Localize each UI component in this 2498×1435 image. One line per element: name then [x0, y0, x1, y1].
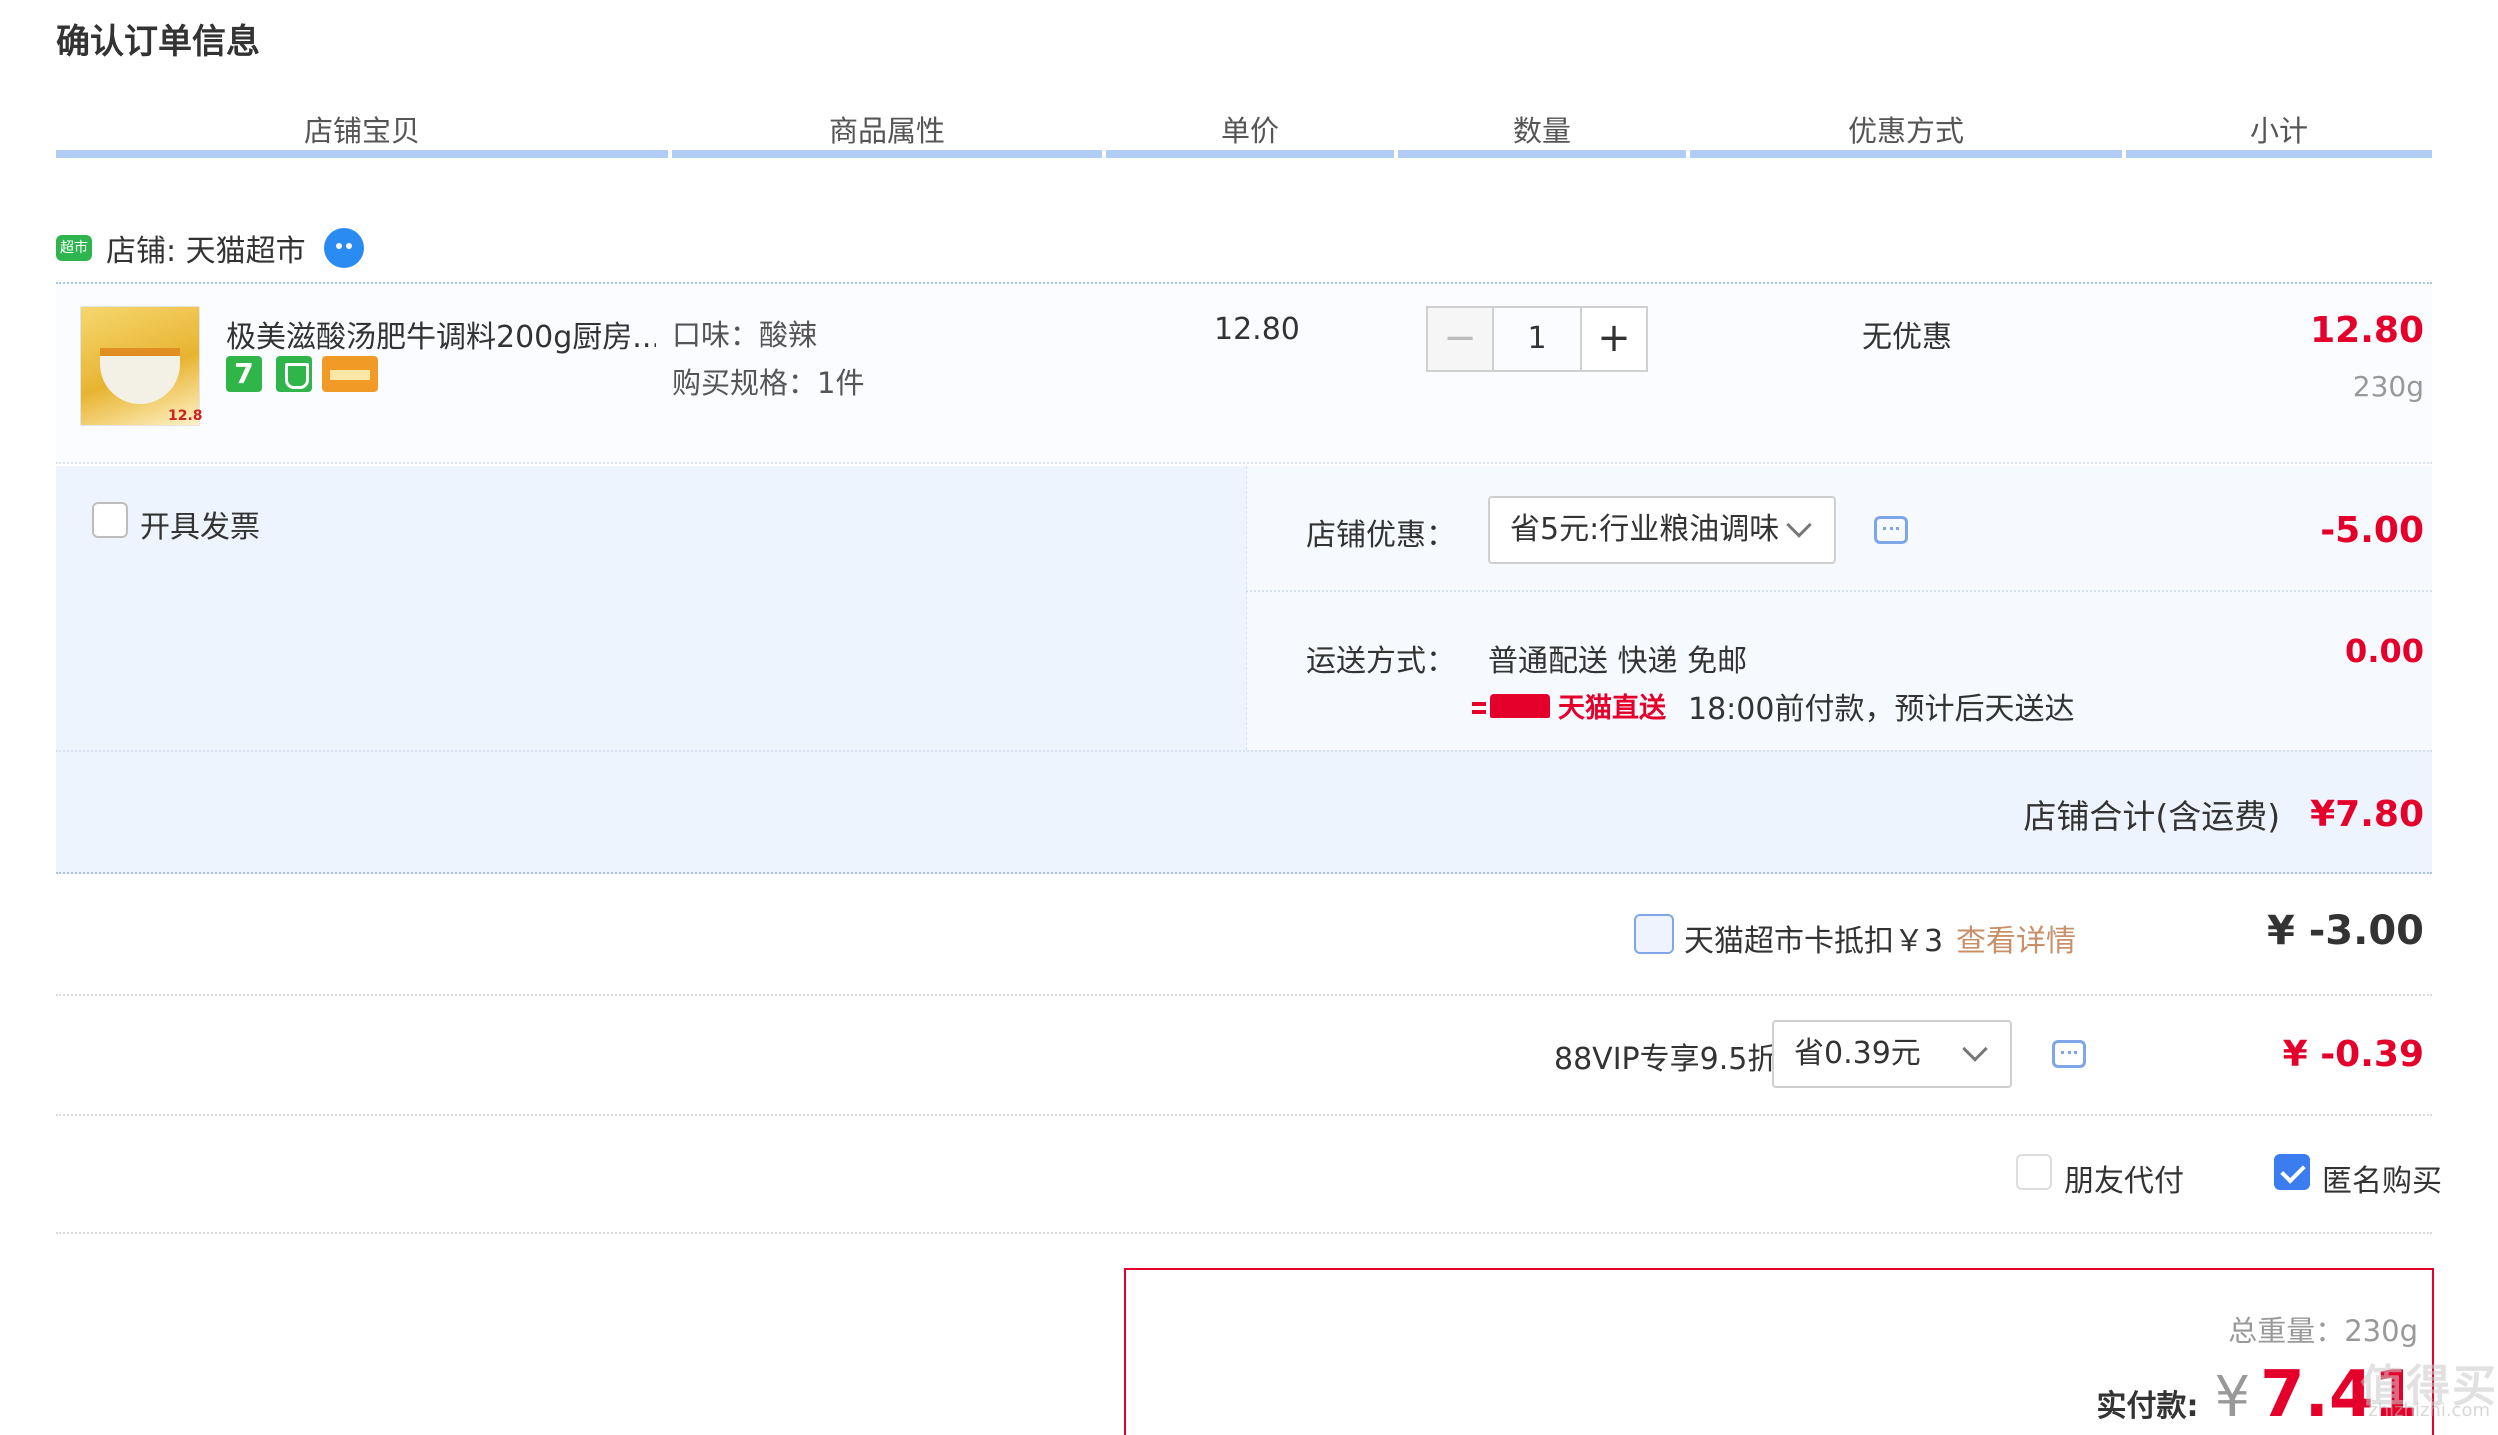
shop-discount-label: 店铺优惠：	[1306, 518, 1456, 553]
col-header-item: 店铺宝贝	[303, 114, 420, 148]
watermark-url: zhizhizhi.com	[2368, 1400, 2490, 1421]
divider	[56, 994, 2432, 996]
shop-total-row: 店铺合计(含运费) ¥7.80	[2023, 790, 2424, 838]
shipping-label: 运送方式：	[1306, 644, 1456, 679]
guarantee-icon[interactable]	[276, 356, 312, 392]
attr-flavor: 口味：酸辣	[672, 318, 818, 352]
col-header-attr: 商品属性	[828, 114, 945, 148]
invoice-label[interactable]: 开具发票	[140, 502, 260, 546]
vip-amount: ¥ -0.39	[2282, 1034, 2424, 1075]
col-underline	[1690, 150, 2122, 158]
thumbnail-price: 12.8	[168, 408, 203, 424]
shipping-amount: 0.00	[2345, 632, 2424, 670]
comment-icon[interactable]	[1874, 516, 1908, 544]
shop-total-label: 店铺合计(含运费)	[2023, 797, 2281, 836]
col-header-subtotal: 小计	[2249, 114, 2308, 148]
shipping-note: 18:00前付款，预计后天送达	[1688, 692, 2075, 727]
page-title: 确认订单信息	[56, 22, 260, 62]
tmall-cat-icon	[1472, 693, 1550, 718]
shop-discount-select[interactable]: 省5元:行业粮油调味	[1488, 496, 1836, 564]
anonymous-label[interactable]: 匿名购买	[2322, 1156, 2442, 1200]
friend-pay-checkbox[interactable]	[2016, 1154, 2052, 1190]
card-deduct-checkbox[interactable]	[1634, 914, 1674, 954]
divider	[56, 1232, 2432, 1234]
product-name-link[interactable]: 极美滋酸汤肥牛调料200g厨房...	[226, 312, 656, 356]
credit-card-icon[interactable]	[322, 356, 378, 392]
col-header-discount: 优惠方式	[1847, 114, 1964, 148]
comment-icon[interactable]	[2052, 1040, 2086, 1068]
col-underline	[2126, 150, 2432, 158]
divider	[56, 750, 2432, 752]
anonymous-checkbox[interactable]	[2274, 1154, 2310, 1190]
tmall-direct-text: 天猫直送	[1558, 693, 1666, 724]
col-underline	[1106, 150, 1394, 158]
item-discount: 无优惠	[1862, 320, 1952, 355]
shop-total-amount: ¥7.80	[2310, 793, 2424, 835]
col-underline	[56, 150, 668, 158]
seven-day-return-icon[interactable]: 7	[226, 356, 262, 392]
invoice-checkbox[interactable]	[92, 502, 128, 538]
divider	[56, 1114, 2432, 1116]
supermarket-icon: 超市	[56, 235, 92, 261]
pay-currency: ¥	[2214, 1365, 2251, 1430]
shop-discount-selected: 省5元:行业粮油调味	[1510, 512, 1780, 547]
qty-increase-button[interactable]: +	[1580, 306, 1648, 372]
attr-spec: 购买规格：1件	[672, 366, 865, 400]
qty-decrease-button[interactable]: −	[1426, 306, 1494, 372]
card-deduct-detail-link[interactable]: 查看详情	[1956, 916, 2076, 960]
chevron-down-icon	[1962, 1036, 1988, 1062]
shipping-method: 普通配送 快递 免邮	[1488, 644, 1748, 679]
total-weight: 总重量：230g	[2228, 1314, 2418, 1348]
shop-row: 超市 店铺: 天猫超市	[56, 226, 364, 270]
col-underline	[672, 150, 1102, 158]
pay-label: 实付款:	[2096, 1389, 2199, 1424]
item-row	[56, 282, 2432, 464]
col-header-price: 单价	[1220, 114, 1279, 148]
chevron-down-icon	[1786, 512, 1812, 538]
col-header-qty: 数量	[1512, 114, 1571, 148]
shop-discount-amount: -5.00	[2320, 510, 2424, 551]
qty-input[interactable]: 1	[1494, 306, 1580, 372]
unit-price: 12.80	[1214, 312, 1300, 347]
item-weight: 230g	[2352, 370, 2424, 403]
vip-label: 88VIP专享9.5折	[1554, 1042, 1778, 1077]
item-subtotal: 12.80	[2310, 310, 2424, 351]
wangwang-chat-icon[interactable]	[323, 228, 364, 268]
friend-pay-label[interactable]: 朋友代付	[2064, 1156, 2184, 1200]
tmall-direct-badge: 天猫直送	[1472, 686, 1666, 725]
divider	[1246, 590, 2432, 592]
col-underline	[1398, 150, 1686, 158]
vip-discount-select[interactable]: 省0.39元	[1772, 1020, 2012, 1088]
quantity-stepper: − 1 +	[1426, 306, 1648, 372]
shop-name[interactable]: 店铺: 天猫超市	[106, 226, 306, 270]
vip-discount-selected: 省0.39元	[1794, 1036, 1921, 1071]
card-deduct-label[interactable]: 天猫超市卡抵扣￥3	[1684, 916, 1943, 960]
card-deduct-amount: ¥ -3.00	[2266, 908, 2424, 954]
